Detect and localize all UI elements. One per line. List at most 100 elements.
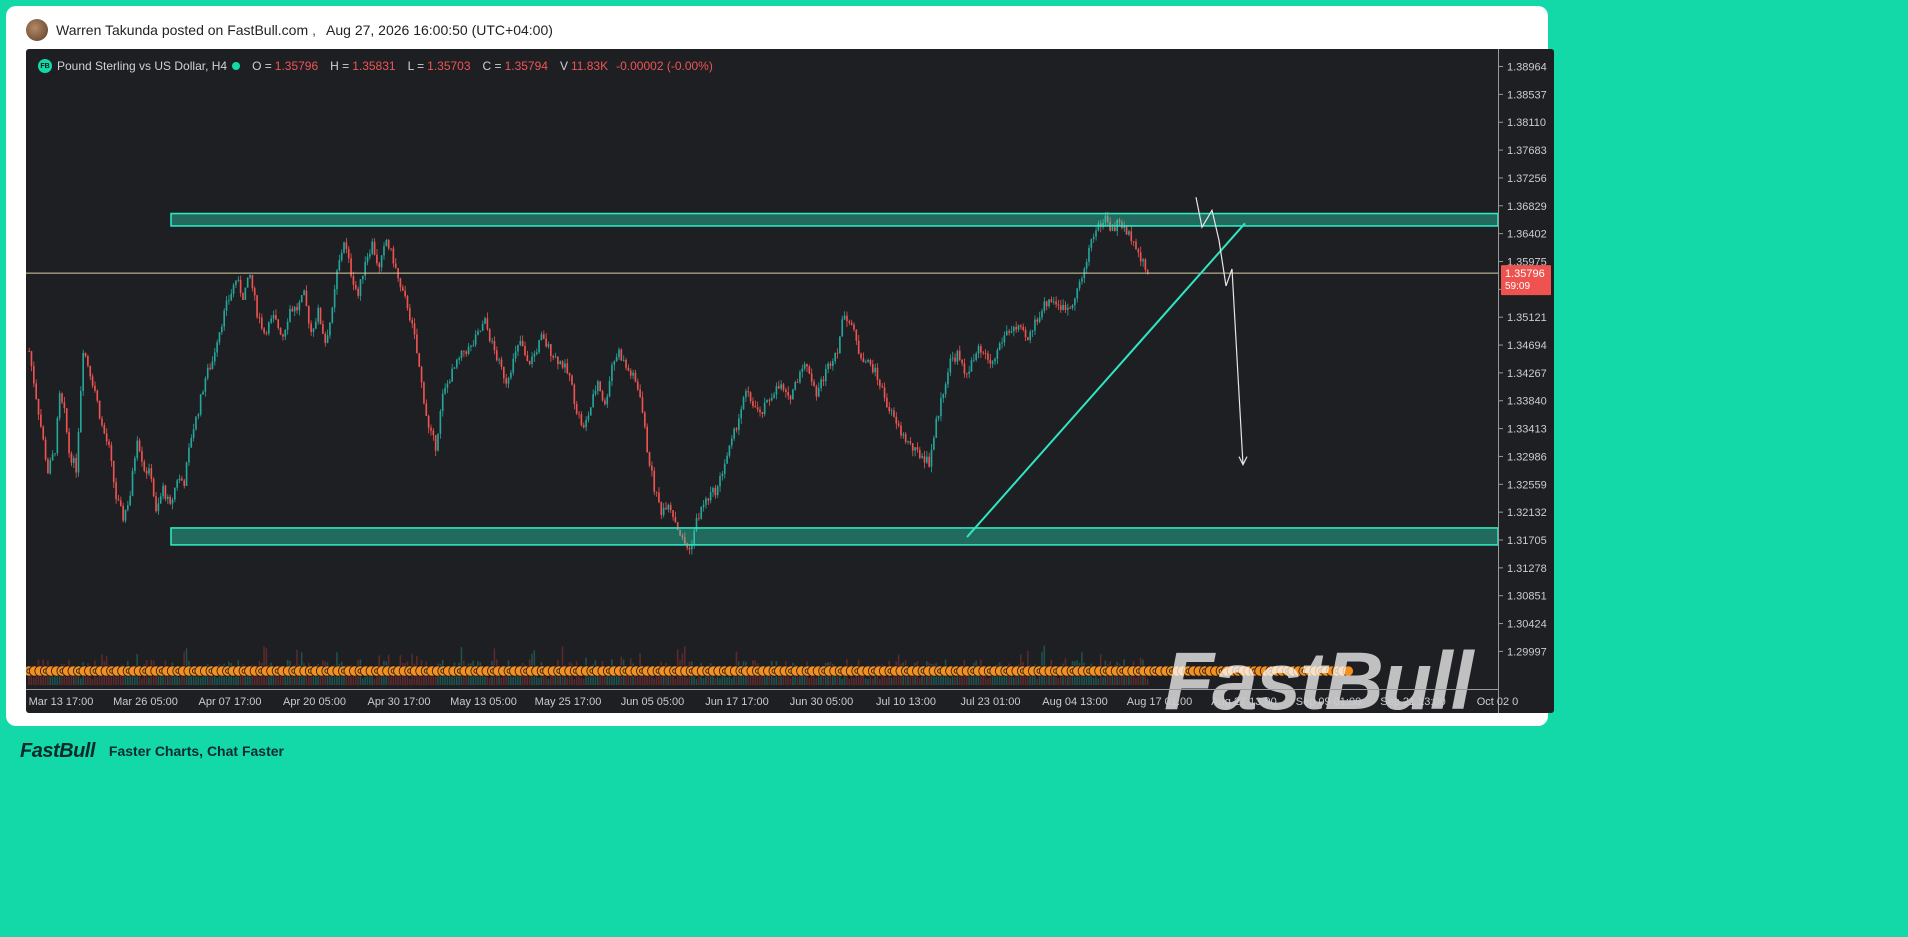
candle-body (756, 407, 759, 410)
candle-body (432, 430, 435, 436)
candle-body (980, 346, 982, 353)
candle-body (627, 367, 630, 371)
candle-body (347, 248, 350, 259)
candle-body (799, 371, 801, 383)
volume-bar (719, 678, 721, 685)
candle-body (841, 319, 844, 337)
volume-bar (199, 677, 202, 685)
volume-bar (695, 678, 698, 685)
volume-bar (886, 677, 888, 685)
volume-bar (547, 678, 550, 685)
low-value: 1.35703 (427, 59, 471, 73)
candle-body (354, 284, 357, 289)
price-tag-value: 1.35796 (1505, 268, 1545, 280)
candle-body (897, 423, 900, 426)
volume-bar (815, 677, 818, 685)
candle-body (91, 376, 94, 386)
candle-body (911, 443, 914, 451)
y-tick-label: 1.38110 (1507, 117, 1546, 129)
volume-bar (871, 678, 874, 685)
candle-body (136, 440, 139, 459)
candle-body (439, 411, 442, 434)
candle-body (918, 449, 921, 458)
trend-line (966, 222, 1246, 538)
candle-body (211, 361, 214, 369)
candle-body (996, 350, 999, 359)
candle-body (893, 410, 895, 417)
live-status-icon (232, 62, 241, 70)
candle-body (206, 367, 209, 379)
candle-body (30, 351, 33, 367)
candle-body (68, 432, 70, 454)
candle-body (378, 263, 381, 268)
candle-body (463, 350, 465, 352)
candle-body (37, 398, 40, 415)
candle-body (35, 383, 37, 399)
candle-body (552, 355, 554, 358)
y-tick-label: 1.36829 (1507, 201, 1547, 213)
candle-body (923, 456, 926, 463)
candle-body (1074, 298, 1076, 306)
volume-bar (994, 676, 996, 685)
candle-body (122, 505, 124, 521)
candle-body (611, 364, 613, 382)
candle-body (70, 453, 73, 463)
candle-body (914, 447, 916, 451)
candle-body (108, 441, 110, 445)
candle-body (801, 368, 804, 372)
candle-body (1088, 247, 1090, 262)
candle-body (404, 290, 406, 297)
y-tick-label: 1.37683 (1507, 145, 1547, 157)
candle-body (101, 418, 103, 426)
candle-body (904, 434, 907, 442)
candle-body (909, 441, 912, 444)
candle-body (597, 381, 599, 391)
volume-bar (768, 675, 771, 685)
volume-bar (918, 678, 921, 685)
candle-body (33, 366, 35, 384)
price-chart[interactable]: FastBull 1.389641.385371.381101.376831.3… (26, 49, 1554, 713)
candle-body (533, 353, 536, 357)
candle-body (357, 288, 359, 296)
candle-body (956, 350, 959, 362)
candle-body (237, 279, 240, 281)
candle-body (127, 505, 129, 510)
volume-bar (91, 678, 94, 685)
candle-body (411, 320, 413, 324)
x-tick-label: Apr 07 17:00 (199, 696, 262, 708)
volume-bar (987, 678, 989, 685)
candle-body (145, 470, 148, 474)
candle-body (1114, 227, 1116, 231)
candle-body (510, 372, 512, 378)
footer-logo[interactable]: FastBull (20, 740, 95, 763)
symbol-label: Pound Sterling vs US Dollar, H4 (57, 59, 228, 73)
candle-body (465, 351, 468, 354)
candle-body (1036, 319, 1039, 322)
chart-frame[interactable]: FB Pound Sterling vs US Dollar, H4 O = 1… (26, 49, 1554, 713)
candle-body (604, 400, 606, 405)
candle-body (192, 429, 195, 438)
author-line[interactable]: Warren Takunda posted on FastBull.com (56, 22, 308, 38)
candle-body (951, 357, 954, 359)
author-avatar[interactable] (26, 19, 48, 41)
volume-bar (867, 678, 869, 685)
candle-body (862, 358, 865, 363)
candle-body (759, 409, 761, 413)
candle-body (345, 242, 348, 249)
candle-body (728, 445, 731, 456)
candle-body (512, 358, 515, 373)
candle-body (714, 487, 717, 496)
candle-body (538, 340, 540, 353)
candle-body (1111, 227, 1114, 231)
volume-bar (674, 678, 677, 685)
candle-body (850, 322, 853, 325)
candle-body (437, 433, 439, 451)
post-card: Warren Takunda posted on FastBull.com , … (6, 6, 1554, 726)
candle-body (954, 357, 956, 362)
candle-body (413, 323, 416, 335)
candle-body (1050, 299, 1053, 303)
candle-body (559, 361, 562, 365)
candle-body (221, 326, 223, 333)
candle-body (1135, 241, 1137, 250)
volume-bar (178, 677, 181, 685)
